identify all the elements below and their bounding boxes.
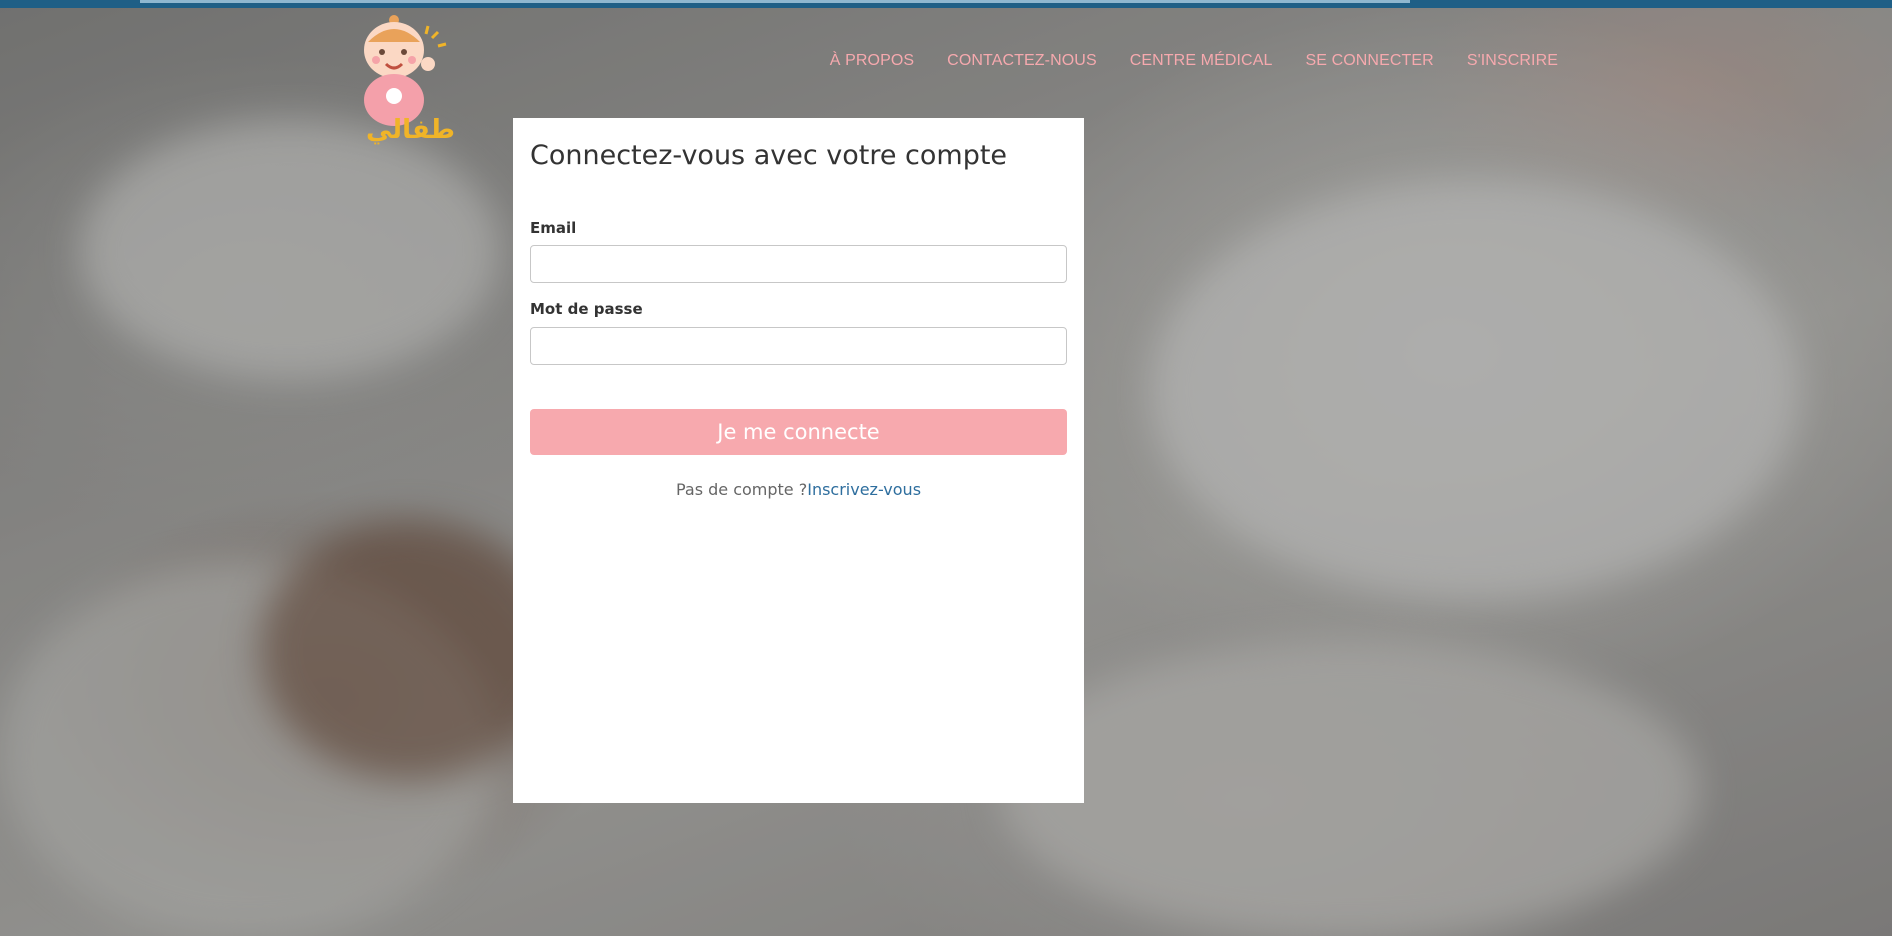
no-account-text: Pas de compte ? <box>675 480 808 499</box>
main-nav: À PROPOS CONTACTEZ-NOUS CENTRE MÉDICAL S… <box>830 52 1558 70</box>
signup-prompt: Pas de compte ?Inscrivez-vous <box>513 480 1084 499</box>
nav-item-contact[interactable]: CONTACTEZ-NOUS <box>947 52 1097 70</box>
login-button[interactable]: Je me connecte <box>530 409 1067 455</box>
page-background: اطفالي À PROPOS CONTACTEZ-NOUS CENTRE MÉ… <box>0 0 1892 936</box>
login-card: Connectez-vous avec votre compte Email M… <box>513 118 1084 803</box>
nav-item-about[interactable]: À PROPOS <box>830 52 914 70</box>
password-field[interactable] <box>530 327 1067 365</box>
login-title: Connectez-vous avec votre compte <box>530 140 1008 171</box>
password-label: Mot de passe <box>530 300 643 318</box>
email-field[interactable] <box>530 245 1067 283</box>
browser-top-bar <box>0 0 1892 8</box>
nav-item-signup[interactable]: S'INSCRIRE <box>1467 52 1558 70</box>
signup-link[interactable]: Inscrivez-vous <box>807 480 921 499</box>
nav-item-login[interactable]: SE CONNECTER <box>1305 52 1433 70</box>
email-label: Email <box>530 219 577 237</box>
top-bar-highlight <box>140 0 1410 3</box>
logo-text: اطفالي <box>366 115 456 145</box>
nav-item-medical-center[interactable]: CENTRE MÉDICAL <box>1130 52 1273 70</box>
baby-logo-icon[interactable]: اطفالي <box>346 8 464 148</box>
